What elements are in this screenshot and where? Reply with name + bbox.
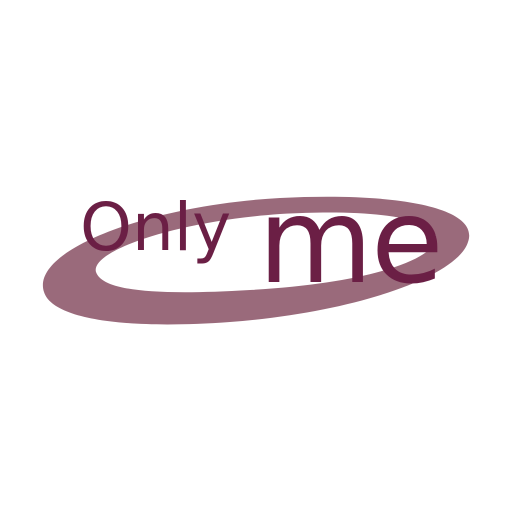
logo-word-only: Only [80,189,231,266]
logo-word-me: me [258,172,442,310]
logo-canvas: Only me [0,0,512,512]
only-me-logo: Only me [42,172,470,325]
